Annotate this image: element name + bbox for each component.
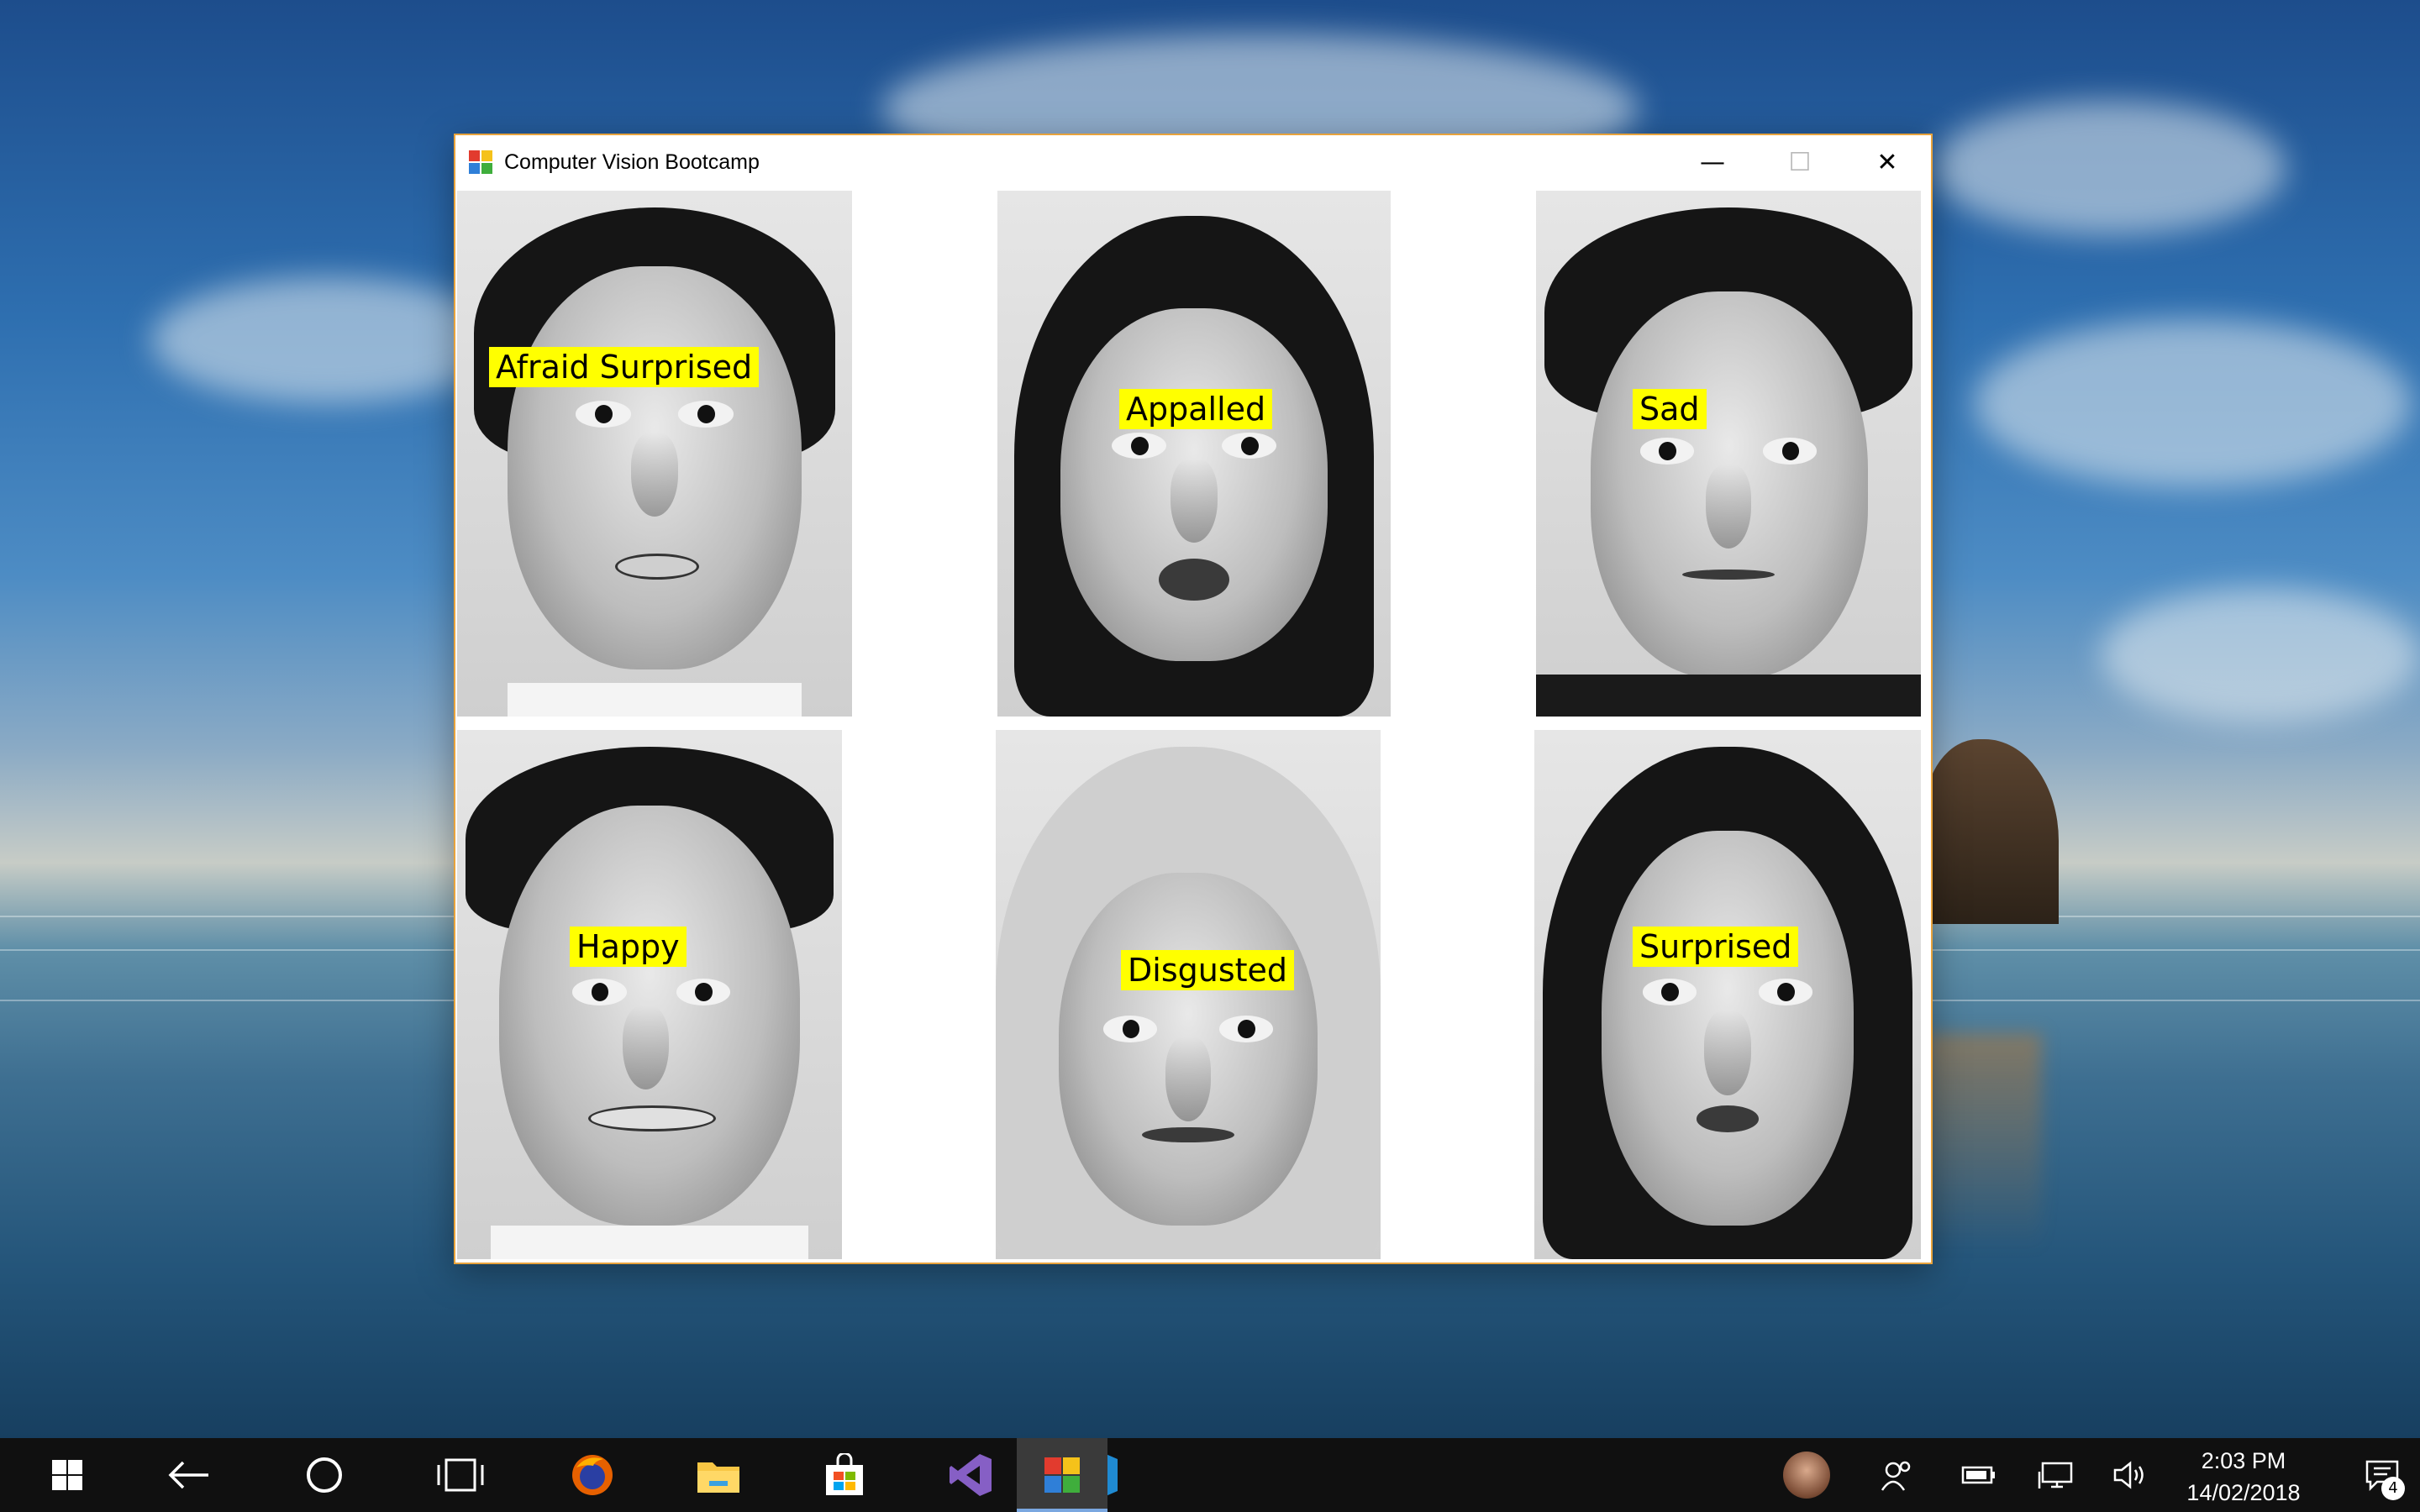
emotion-label: Appalled: [1119, 389, 1273, 429]
action-center-button[interactable]: 4: [2344, 1438, 2420, 1512]
visual-studio-icon: [950, 1454, 992, 1496]
emotion-label: Surprised: [1633, 927, 1799, 967]
app-icon: [469, 150, 492, 174]
firefox-icon: [572, 1455, 613, 1495]
emotion-label: Disgusted: [1121, 950, 1295, 990]
task-view-button[interactable]: [393, 1438, 528, 1512]
face-photo-6: [1534, 730, 1921, 1259]
title-bar[interactable]: Computer Vision Bootcamp — ☐ ✕: [455, 135, 1931, 189]
app-window: Computer Vision Bootcamp — ☐ ✕ Afraid Su…: [454, 134, 1933, 1264]
network-button[interactable]: [2025, 1438, 2087, 1512]
app-icon: [1044, 1457, 1080, 1493]
start-icon: [52, 1460, 82, 1490]
face-photo-1: [457, 191, 852, 717]
clock-date: 14/02/2018: [2186, 1480, 2301, 1505]
network-icon: [2038, 1462, 2073, 1488]
notification-count-badge: 4: [2381, 1477, 2405, 1500]
cortana-button[interactable]: [257, 1438, 392, 1512]
battery-button[interactable]: [1949, 1438, 2008, 1512]
task-view-icon: [437, 1458, 484, 1492]
cortana-icon: [307, 1457, 342, 1493]
file-explorer-icon: [697, 1462, 739, 1493]
taskbar: 2:03 PM 14/02/2018 4: [0, 1438, 2420, 1512]
face-photo-2: [997, 191, 1391, 717]
running-app-button[interactable]: [1017, 1438, 1107, 1512]
clock[interactable]: 2:03 PM 14/02/2018: [2160, 1445, 2328, 1509]
avatar: [1783, 1452, 1830, 1499]
back-button[interactable]: [122, 1438, 256, 1512]
minimize-button[interactable]: —: [1669, 135, 1756, 189]
maximize-button[interactable]: ☐: [1756, 135, 1844, 189]
battery-icon: [1961, 1466, 1995, 1484]
emotion-label: Afraid Surprised: [489, 347, 760, 387]
volume-icon: [2113, 1461, 2144, 1489]
clock-time: 2:03 PM: [2201, 1448, 2286, 1473]
user-avatar[interactable]: [1780, 1438, 1833, 1512]
emotion-label: Happy: [570, 927, 687, 967]
face-photo-3: [1536, 191, 1921, 717]
file-explorer-button[interactable]: [655, 1438, 781, 1512]
close-button[interactable]: ✕: [1844, 135, 1931, 189]
window-title: Computer Vision Bootcamp: [504, 150, 760, 174]
people-button[interactable]: [1867, 1438, 1926, 1512]
store-button[interactable]: [781, 1438, 908, 1512]
back-icon: [168, 1461, 208, 1489]
start-button[interactable]: [0, 1438, 134, 1512]
volume-button[interactable]: [2101, 1438, 2160, 1512]
visual-studio-button[interactable]: [908, 1438, 1034, 1512]
face-photo-4: [457, 730, 842, 1259]
store-icon: [826, 1453, 863, 1495]
firefox-button[interactable]: [529, 1438, 655, 1512]
people-icon: [1881, 1461, 1911, 1491]
face-photo-5: [996, 730, 1381, 1259]
emotion-label: Sad: [1633, 389, 1707, 429]
